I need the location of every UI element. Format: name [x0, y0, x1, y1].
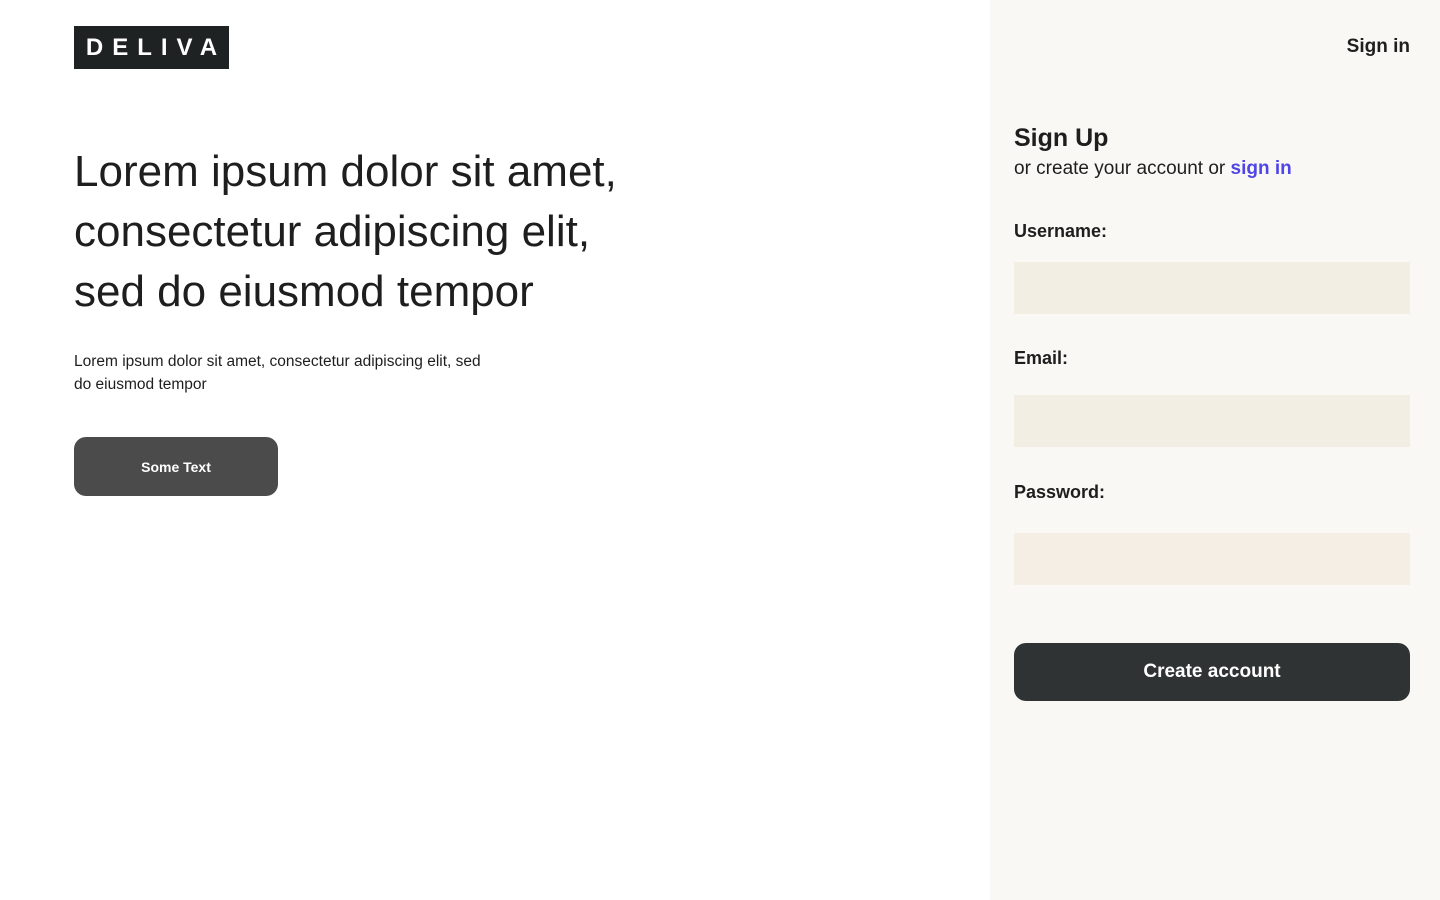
username-label: Username:: [1014, 221, 1108, 241]
hero-subtitle: Lorem ipsum dolor sit amet, consectetur …: [74, 350, 534, 396]
signup-subtitle: or create your account or sign in: [1014, 158, 1292, 180]
hero-title: Lorem ipsum dolor sit amet, consectetur …: [74, 142, 694, 322]
hero-title-line: sed do eiusmod tempor: [74, 267, 534, 316]
signup-subtitle-text: or create your account or: [1014, 158, 1231, 179]
signup-title: Sign Up: [1014, 124, 1109, 152]
create-account-button[interactable]: Create account: [1014, 643, 1410, 701]
password-label: Password:: [1014, 482, 1106, 502]
cta-button[interactable]: Some Text: [74, 437, 278, 496]
email-field[interactable]: [1014, 395, 1410, 447]
hero-subtitle-line: Lorem ipsum dolor sit amet, consectetur …: [74, 353, 481, 370]
page: DELIVA Lorem ipsum dolor sit amet, conse…: [0, 0, 1440, 900]
signup-panel: Sign in Sign Up or create your account o…: [990, 0, 1440, 900]
email-label: Email:: [1014, 348, 1069, 368]
header-signin-link[interactable]: Sign in: [1347, 36, 1410, 58]
hero-section: DELIVA Lorem ipsum dolor sit amet, conse…: [0, 0, 990, 900]
signup-signin-link[interactable]: sign in: [1231, 158, 1292, 179]
hero-title-line: consectetur adipiscing elit,: [74, 207, 591, 256]
password-field[interactable]: [1014, 533, 1410, 585]
brand-logo[interactable]: DELIVA: [74, 26, 229, 69]
username-field[interactable]: [1014, 262, 1410, 314]
hero-subtitle-line: do eiusmod tempor: [74, 376, 207, 393]
hero-title-line: Lorem ipsum dolor sit amet,: [74, 147, 617, 196]
